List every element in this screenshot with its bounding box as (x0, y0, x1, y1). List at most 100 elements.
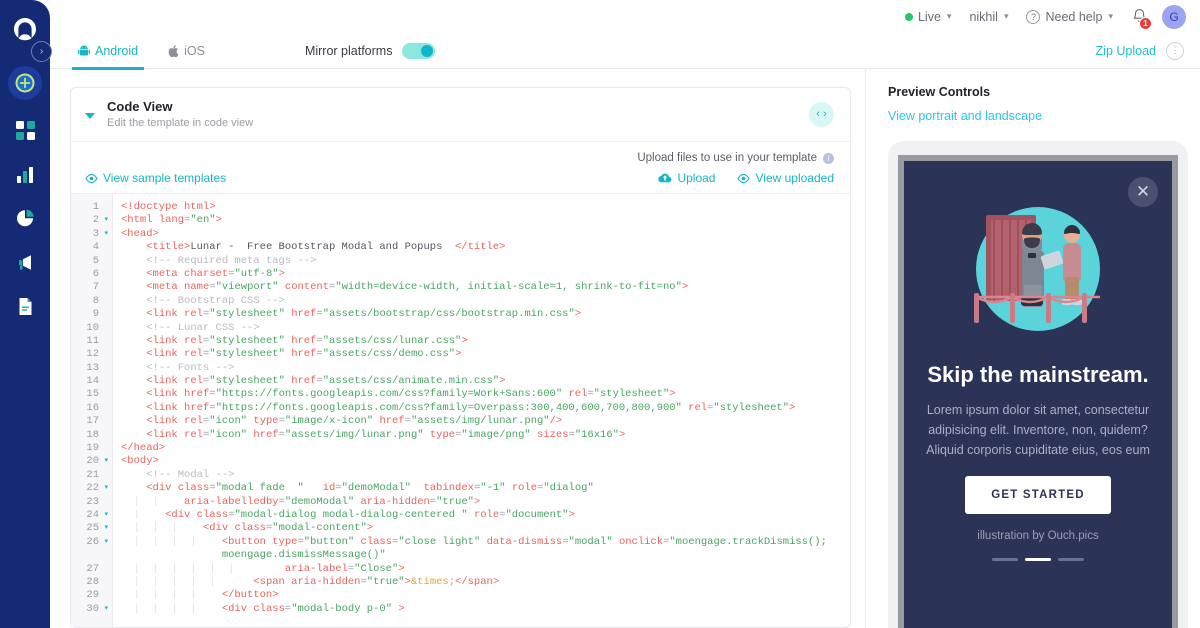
carousel-dot[interactable] (992, 558, 1018, 561)
modal-headline: Skip the mainstream. (927, 362, 1149, 387)
editor-code-line[interactable]: <link rel="stylesheet" href="assets/css/… (121, 348, 850, 361)
editor-code-line[interactable]: | | | <div class="modal-content"> (121, 522, 850, 535)
carousel-dot[interactable] (1058, 558, 1084, 561)
editor-code-line[interactable]: <!-- Fonts --> (121, 362, 850, 375)
editor-code-line[interactable]: <link rel="icon" href="assets/img/lunar.… (121, 429, 850, 442)
mirror-platforms-control: Mirror platforms (305, 42, 436, 59)
editor-line-number: 11 (86, 334, 99, 347)
create-new-button[interactable] (8, 66, 42, 100)
user-avatar[interactable]: G (1162, 4, 1186, 29)
sidebar-item-dashboard[interactable] (5, 110, 45, 150)
top-bar: Live ▾ nikhil ▾ ? Need help ▾ 1 G (50, 0, 1200, 33)
editor-line-number: 27 (86, 562, 99, 575)
code-editor[interactable]: 1 2 ▾ 3 ▾ 4 5 6 7 8 9 10 11 12 13 14 15 16 17 18 19 20 ▾ 21 22 ▾ 2… (71, 193, 850, 627)
device-screen: ✕ Skip the mainstream. Lorem ipsum dolor… (898, 155, 1178, 628)
sidebar-item-content[interactable] (5, 286, 45, 326)
info-icon[interactable]: i (823, 152, 834, 164)
editor-code-line[interactable]: <meta name="viewport" content="width=dev… (121, 281, 850, 294)
editor-code-line[interactable]: <div class="modal fade " id="demoModal" … (121, 482, 850, 495)
code-brackets-icon[interactable]: ‹› (809, 102, 834, 127)
cloud-upload-icon (658, 173, 672, 183)
editor-code-line[interactable]: <!-- Lunar CSS --> (121, 322, 850, 335)
editor-code-line[interactable]: <link href="https://fonts.googleapis.com… (121, 388, 850, 401)
editor-code-line[interactable]: <!-- Required meta tags --> (121, 255, 850, 268)
editor-line-number: 23 (86, 495, 99, 508)
editor-code-line[interactable]: <head> (121, 228, 850, 241)
code-view-subtitle: Edit the template in code view (107, 116, 254, 129)
megaphone-icon (18, 254, 31, 270)
editor-code-area[interactable]: <!doctype html> <html lang="en"> <head> <t… (113, 194, 850, 627)
upload-button[interactable]: Upload (658, 171, 715, 185)
environment-label: Live (917, 9, 941, 24)
sidebar-item-campaigns[interactable] (5, 242, 45, 282)
editor-line-number: 18 (86, 428, 99, 441)
editor-line-number: 29 (86, 589, 99, 602)
dashboard-grid-icon (15, 120, 35, 140)
editor-code-line[interactable]: <link rel="icon" type="image/x-icon" hre… (121, 415, 850, 428)
code-view-card: Code View Edit the template in code view… (70, 87, 851, 628)
editor-line-number: 1 (92, 201, 99, 213)
bar-chart-icon (16, 166, 33, 183)
zip-upload-group: Zip Upload ⋮ (1096, 41, 1184, 60)
account-label: nikhil (969, 9, 998, 24)
editor-line-number: 25 ▾ (86, 522, 108, 535)
upload-actions: Upload View uploaded (658, 171, 834, 185)
editor-code-line[interactable]: <link href="https://fonts.googleapis.com… (121, 402, 850, 415)
editor-line-number: 7 (92, 281, 99, 294)
close-icon[interactable]: ✕ (1128, 177, 1158, 207)
editor-code-line[interactable]: <link rel="stylesheet" href="assets/boot… (121, 308, 850, 321)
editor-code-line[interactable]: | | | | <div class="modal-body p-0" > (121, 603, 850, 616)
question-circle-icon: ? (1026, 9, 1041, 24)
sidebar-expand-button[interactable]: › (31, 41, 52, 62)
modal-body-text: Lorem ipsum dolor sit amet, consectetur … (926, 403, 1150, 457)
sidebar-item-segments[interactable] (5, 198, 45, 238)
environment-switcher[interactable]: Live ▾ (896, 10, 960, 24)
tab-android-label: Android (95, 43, 139, 58)
android-icon (78, 45, 90, 55)
editor-code-line[interactable]: <!-- Bootstrap CSS --> (121, 295, 850, 308)
view-uploaded-button[interactable]: View uploaded (737, 171, 834, 185)
tab-android[interactable]: Android (72, 33, 145, 70)
editor-line-number: 14 (86, 375, 99, 388)
page-title: Code View (107, 99, 173, 115)
tab-ios-label: iOS (184, 43, 205, 58)
editor-code-line[interactable]: moengage.dismissMessage()" (121, 549, 850, 562)
account-switcher[interactable]: nikhil ▾ (960, 10, 1017, 24)
caret-down-icon[interactable] (85, 112, 95, 119)
editor-code-line[interactable]: | | | | <button type="button" class="clo… (121, 536, 850, 549)
editor-code-line[interactable]: </head> (121, 442, 850, 455)
editor-code-line[interactable]: <link rel="stylesheet" href="assets/css/… (121, 335, 850, 348)
editor-code-line[interactable]: <link rel="stylesheet" href="assets/css/… (121, 375, 850, 388)
editor-code-line[interactable]: <title>Lunar - Free Bootstrap Modal and … (121, 241, 850, 254)
editor-line-number: 28 (86, 575, 99, 588)
mirror-platforms-toggle[interactable] (402, 42, 436, 59)
tab-ios[interactable]: iOS (162, 33, 211, 69)
editor-line-number: 2 ▾ (92, 214, 108, 227)
view-orientation-link[interactable]: View portrait and landscape (888, 109, 1042, 123)
editor-code-line[interactable]: <!-- Modal --> (121, 469, 850, 482)
editor-code-line[interactable]: <body> (121, 455, 850, 468)
code-view-toolbar: Upload files to use in your template i V… (71, 142, 850, 193)
zip-upload-menu-button[interactable]: ⋮ (1166, 41, 1184, 60)
editor-code-line[interactable]: <meta charset="utf-8"> (121, 268, 850, 281)
editor-code-line[interactable]: | <div class="modal-dialog modal-dialog-… (121, 509, 850, 522)
editor-code-line[interactable]: | | | | | <span aria-hidden="true">&time… (121, 576, 850, 589)
get-started-button[interactable]: GET STARTED (965, 476, 1111, 514)
help-menu[interactable]: ? Need help ▾ (1017, 9, 1122, 24)
plus-circle-icon (15, 73, 35, 93)
zip-upload-link[interactable]: Zip Upload (1096, 44, 1156, 58)
editor-code-line[interactable]: | | | | </button> (121, 589, 850, 602)
notifications-button[interactable]: 1 (1126, 5, 1152, 30)
editor-line-number: 30 ▾ (86, 602, 108, 615)
editor-line-number: 9 (92, 308, 99, 321)
editor-code-line[interactable]: <!doctype html> (121, 201, 850, 214)
view-uploaded-label: View uploaded (755, 171, 834, 185)
editor-code-line[interactable]: | | | | | | aria-label="Close"> (121, 563, 850, 576)
view-sample-templates-link[interactable]: View sample templates (85, 171, 226, 185)
editor-code-line[interactable]: <html lang="en"> (121, 214, 850, 227)
editor-code-line[interactable]: | | aria-labelledby="demoModal" aria-hid… (121, 496, 850, 509)
carousel-dot[interactable] (1025, 558, 1051, 561)
chevron-down-icon: ▾ (1108, 11, 1113, 21)
sidebar-item-analytics[interactable] (5, 154, 45, 194)
chevron-right-icon: › (39, 46, 44, 57)
